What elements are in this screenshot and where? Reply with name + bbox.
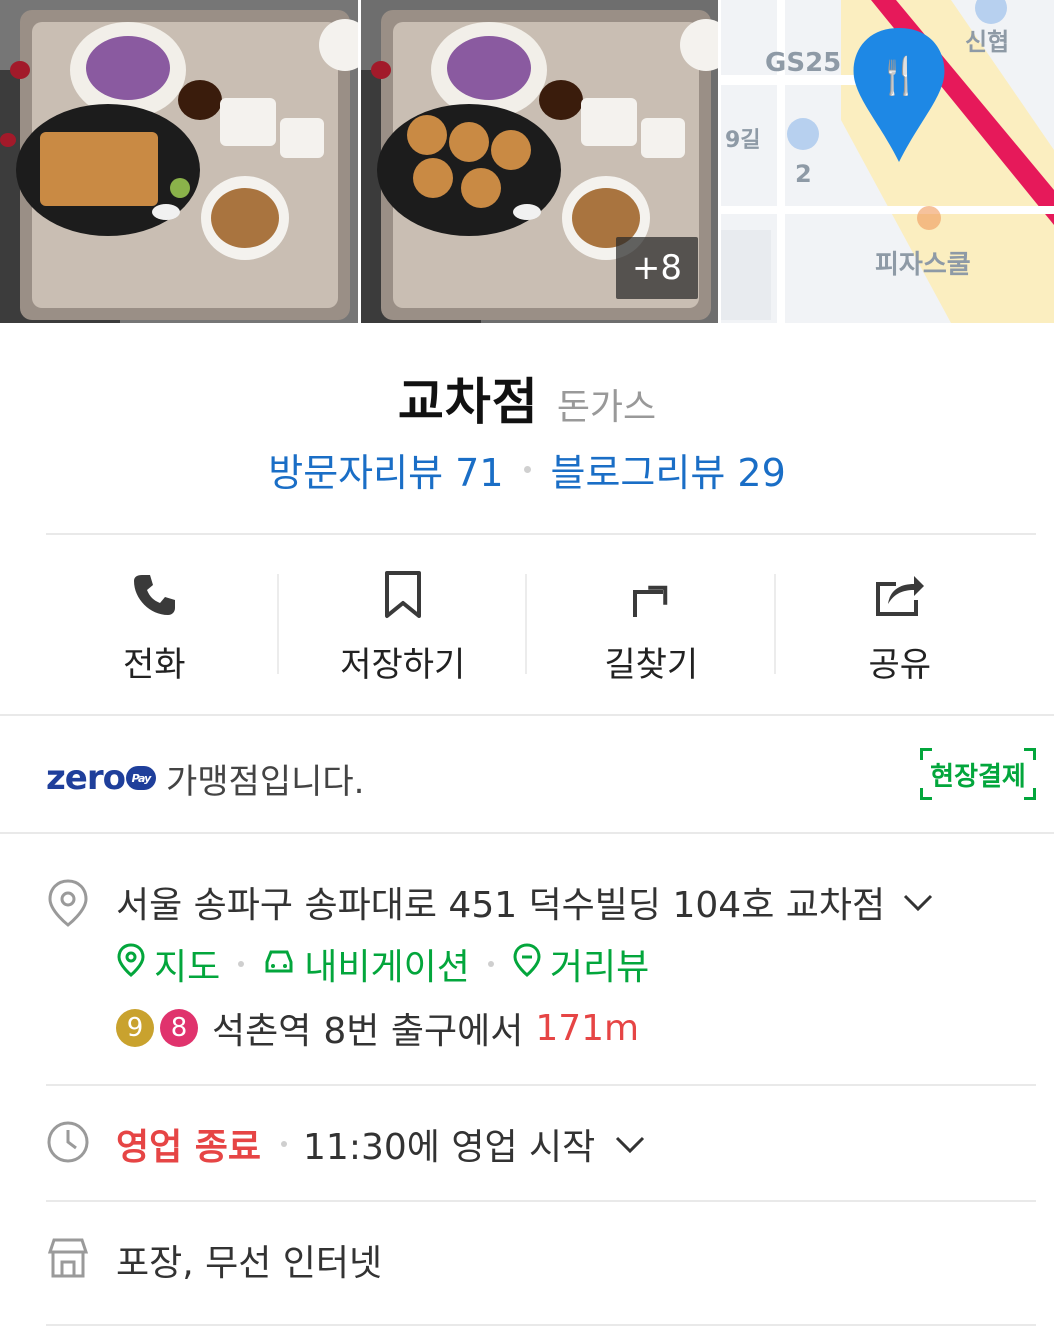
divider: [0, 832, 1054, 834]
station-exit: 8번 출구에서: [323, 1011, 524, 1052]
divider: [46, 533, 1036, 535]
address-links: 지도 내비게이션 거리뷰: [116, 938, 649, 990]
location-pin-icon: [46, 878, 90, 932]
hours-separator: [281, 1141, 288, 1147]
map-pin-icon: [116, 942, 146, 986]
visitor-review-link[interactable]: 방문자리뷰 71: [268, 442, 503, 497]
save-button[interactable]: 저장하기: [279, 540, 527, 710]
call-label: 전화: [122, 645, 186, 685]
divider: [46, 1200, 1036, 1202]
badge-corner: [1024, 788, 1036, 800]
map-label-road: 9길: [725, 128, 761, 153]
place-header: 교차점 돈가스: [0, 362, 1054, 434]
address-row[interactable]: 서울 송파구 송파대로 451 덕수빌딩 104호 교차점: [116, 876, 935, 928]
subway-info: 9 8 석촌역 8번 출구에서 171m: [116, 1002, 639, 1054]
share-button[interactable]: 공유: [776, 540, 1025, 710]
directions-icon: [629, 565, 673, 625]
subway-line-badge-8: 8: [160, 1009, 198, 1047]
chevron-down-icon: [613, 1124, 647, 1165]
address-text: 서울 송파구 송파대로 451 덕수빌딩 104호 교차점: [116, 885, 886, 926]
place-category: 돈가스: [556, 387, 657, 428]
visitor-review-label: 방문자리뷰: [268, 451, 444, 495]
onsite-payment-label: 현장결제: [930, 761, 1026, 792]
zeropay-logo: zero Pay: [46, 758, 156, 798]
directions-label: 길찾기: [604, 645, 699, 685]
divider: [46, 1324, 1036, 1326]
station-name: 석촌역: [212, 1011, 312, 1052]
streetview-link[interactable]: 거리뷰: [512, 938, 649, 990]
review-summary: 방문자리뷰 71 블로그리뷰 29: [0, 442, 1054, 497]
call-button[interactable]: 전화: [30, 540, 279, 710]
more-photos-badge[interactable]: +8: [616, 237, 698, 299]
business-status: 영업 종료: [116, 1127, 262, 1168]
bookmark-icon: [383, 565, 423, 625]
photo-strip: +8 🍴 GS25 신협 9길 2 피자스쿨: [0, 0, 1054, 323]
share-icon: [874, 565, 926, 625]
zeropay-logo-text: zero: [46, 758, 126, 798]
review-separator: [523, 466, 531, 473]
blog-review-count: 29: [737, 451, 786, 495]
next-opening: 11:30에 영업 시작: [303, 1127, 596, 1168]
food-photo-2[interactable]: +8: [361, 0, 718, 323]
navigation-link[interactable]: 내비게이션: [262, 938, 470, 990]
divider: [0, 714, 1054, 716]
blog-review-link[interactable]: 블로그리뷰 29: [551, 442, 786, 497]
store-icon: [46, 1236, 90, 1284]
more-photos-prefix: +: [631, 248, 661, 288]
clock-icon: [46, 1120, 90, 1168]
visitor-review-count: 71: [455, 451, 504, 495]
chevron-down-icon: [901, 882, 935, 923]
divider: [46, 1084, 1036, 1086]
amenities-text: 포장, 무선 인터넷: [116, 1243, 383, 1284]
link-separator: [487, 961, 494, 967]
zeropay-text: 가맹점입니다.: [165, 761, 365, 802]
streetview-link-label: 거리뷰: [549, 947, 650, 988]
phone-icon: [130, 565, 178, 625]
action-bar: 전화 저장하기 길찾기 공유: [30, 540, 1024, 710]
badge-corner: [1024, 748, 1036, 760]
badge-corner: [920, 748, 932, 760]
more-photos-count: 8: [660, 248, 683, 288]
map-label-shinhyeop: 신협: [965, 28, 1010, 56]
streetview-icon: [512, 942, 542, 986]
place-name: 교차점: [397, 373, 539, 431]
blog-review-label: 블로그리뷰: [550, 451, 726, 495]
map-link[interactable]: 지도: [116, 938, 220, 990]
business-hours-row[interactable]: 영업 종료 11:30에 영업 시작: [116, 1118, 647, 1170]
svg-text:🍴: 🍴: [877, 55, 922, 97]
link-separator: [238, 961, 245, 967]
map-link-label: 지도: [154, 947, 221, 988]
share-label: 공유: [868, 645, 932, 685]
car-icon: [262, 944, 296, 985]
subway-line-badge-9: 9: [116, 1009, 154, 1047]
onsite-payment-badge: 현장결제: [920, 748, 1036, 800]
station-distance: 171m: [535, 1007, 640, 1049]
save-label: 저장하기: [340, 645, 466, 685]
directions-button[interactable]: 길찾기: [527, 540, 776, 710]
food-photo-1[interactable]: [0, 0, 358, 323]
zeropay-banner: zero Pay 가맹점입니다. 현장결제: [46, 748, 1036, 808]
map-label-pizza: 피자스쿨: [875, 250, 971, 280]
map-label-gs25: GS25: [765, 48, 842, 78]
zeropay-logo-pay: Pay: [125, 766, 156, 790]
navigation-link-label: 내비게이션: [304, 947, 470, 988]
badge-corner: [920, 788, 932, 800]
map-label-parking: 2: [795, 160, 812, 188]
map-thumbnail[interactable]: 🍴 GS25 신협 9길 2 피자스쿨: [721, 0, 1054, 323]
